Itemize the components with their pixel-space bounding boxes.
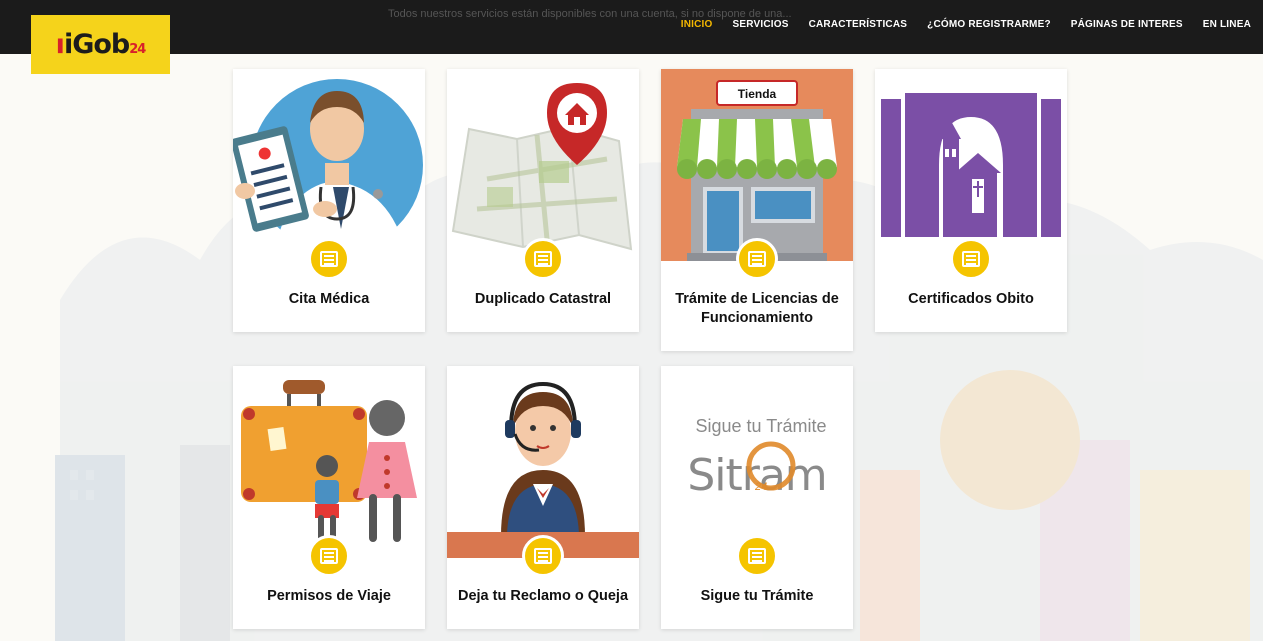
sitram-logo: Sigue tu Trámite Sitram 24 bbox=[661, 366, 853, 558]
list-icon bbox=[308, 238, 350, 280]
service-card-cita-medica[interactable]: Cita Médica bbox=[233, 69, 425, 332]
list-icon bbox=[308, 535, 350, 577]
logo-suffix: 24 bbox=[129, 42, 146, 57]
nav-servicios[interactable]: SERVICIOS bbox=[733, 19, 789, 30]
doctor-illustration bbox=[233, 69, 425, 261]
sitram-text: Sitram bbox=[687, 450, 826, 501]
service-title: Sigue tu Trámite bbox=[700, 588, 814, 604]
main-nav: INICIO SERVICIOS CARACTERÍSTICAS ¿CÓMO R… bbox=[681, 0, 1251, 48]
list-icon bbox=[736, 535, 778, 577]
service-title: Deja tu Reclamo o Queja bbox=[457, 588, 629, 604]
service-card-licencias-funcionamiento[interactable]: Tienda Trámite de Licencias de Funcionam… bbox=[661, 69, 853, 351]
service-card-duplicado-catastral[interactable]: Duplicado Catastral bbox=[447, 69, 639, 332]
sitram-tagline: Sigue tu Trámite bbox=[695, 416, 826, 436]
nav-en-linea[interactable]: EN LINEA bbox=[1203, 19, 1251, 30]
list-icon bbox=[522, 238, 564, 280]
wifi-icon: ı bbox=[55, 29, 65, 60]
nav-inicio[interactable]: INICIO bbox=[681, 19, 713, 30]
logo-text: iGob bbox=[63, 29, 130, 60]
service-card-permisos-de-viaje[interactable]: Permisos de Viaje bbox=[233, 366, 425, 629]
store-illustration: Tienda bbox=[661, 69, 853, 261]
service-card-sigue-tu-tramite[interactable]: Sigue tu Trámite Sitram 24 Sigue tu Trám… bbox=[661, 366, 853, 629]
list-icon bbox=[522, 535, 564, 577]
nav-caracteristicas[interactable]: CARACTERÍSTICAS bbox=[809, 19, 908, 30]
service-title: Certificados Obito bbox=[908, 291, 1034, 307]
service-title: Permisos de Viaje bbox=[267, 588, 391, 604]
nav-paginas-de-interes[interactable]: PÁGINAS DE INTERES bbox=[1071, 19, 1183, 30]
list-icon bbox=[950, 238, 992, 280]
service-title: Duplicado Catastral bbox=[474, 291, 612, 307]
travel-family-illustration bbox=[233, 366, 425, 558]
store-sign-text: Tienda bbox=[738, 87, 777, 101]
service-title: Cita Médica bbox=[288, 291, 370, 307]
igob-logo[interactable]: ıiGob24 bbox=[31, 15, 170, 74]
list-icon bbox=[736, 238, 778, 280]
call-center-illustration bbox=[447, 366, 639, 558]
service-card-certificados-obito[interactable]: Certificados Obito bbox=[875, 69, 1067, 332]
service-card-reclamo-queja[interactable]: Deja tu Reclamo o Queja bbox=[447, 366, 639, 629]
nav-como-registrarme[interactable]: ¿CÓMO REGISTRARME? bbox=[927, 19, 1051, 30]
church-illustration bbox=[875, 69, 1067, 261]
service-title: Trámite de Licencias de Funcionamiento bbox=[675, 291, 839, 326]
top-navbar: Todos nuestros servicios están disponibl… bbox=[0, 0, 1263, 54]
map-pin-illustration bbox=[447, 69, 639, 261]
